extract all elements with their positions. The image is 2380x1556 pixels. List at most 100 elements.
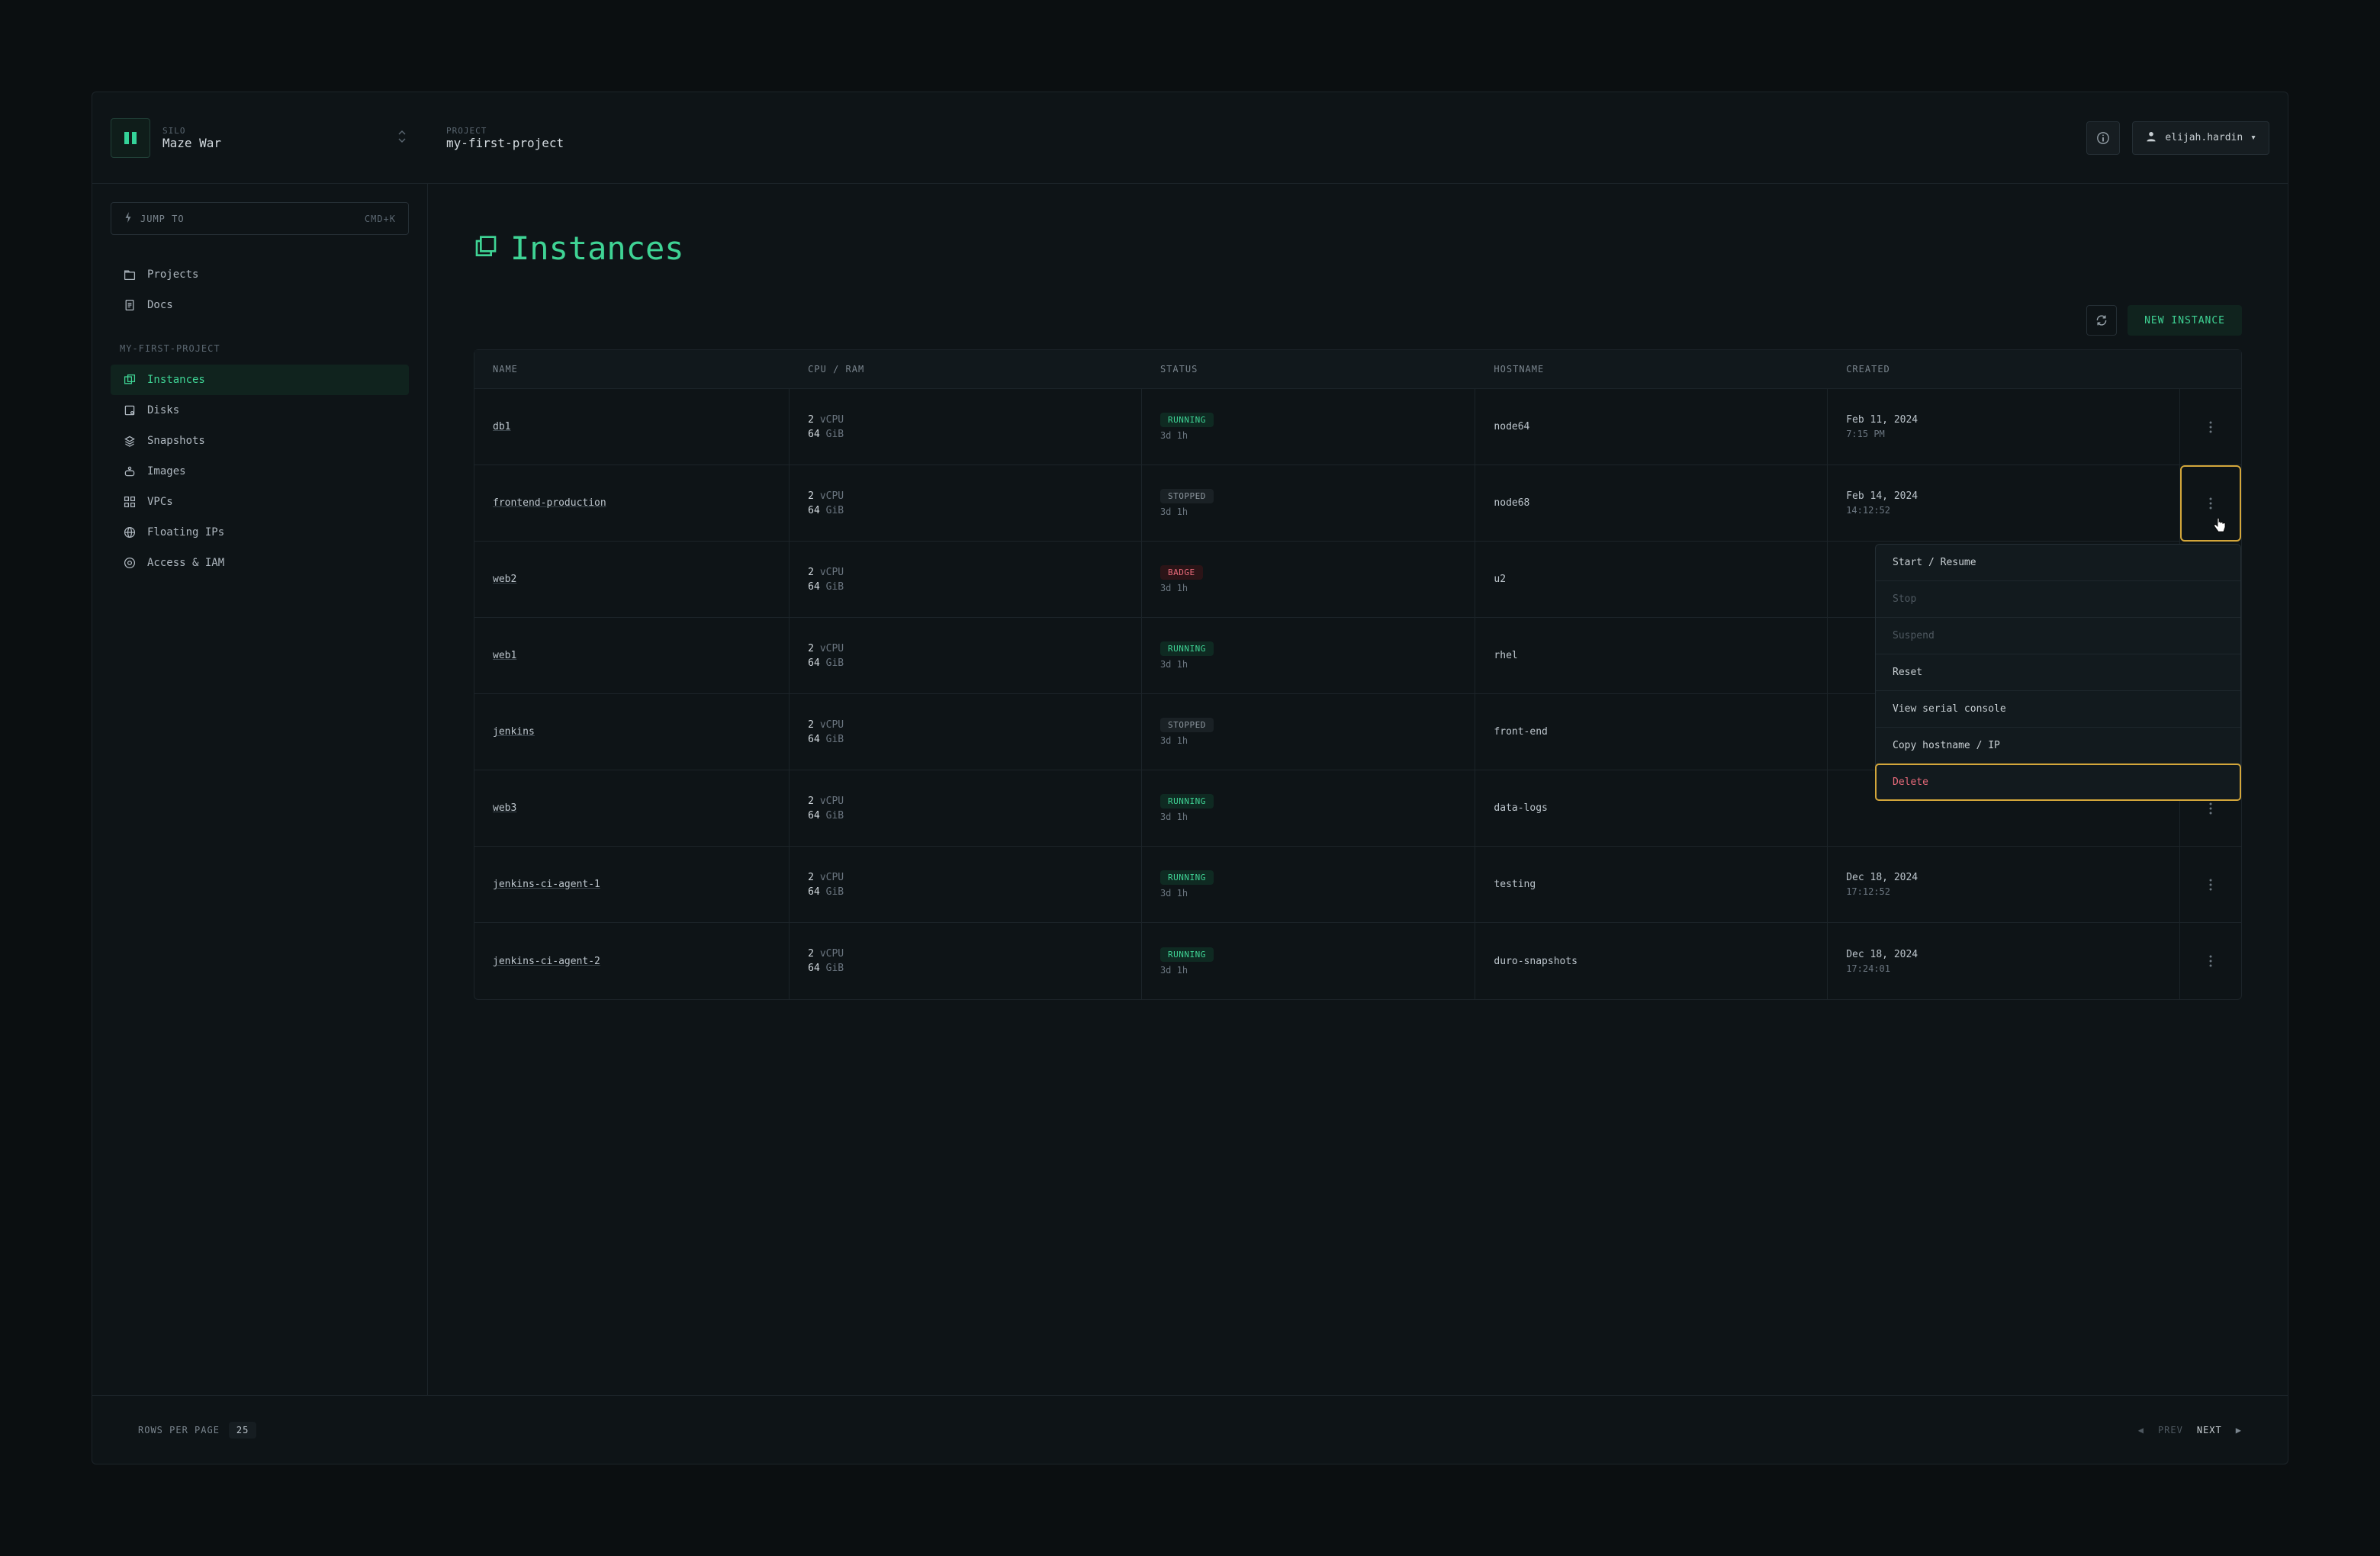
cell-status: RUNNING3d 1h	[1142, 770, 1475, 847]
cell-cpu: 2 vCPU64 GiB	[790, 847, 1142, 923]
cell-hostname: u2	[1475, 542, 1828, 618]
row-actions-button[interactable]	[2180, 923, 2241, 999]
doc-icon	[123, 299, 137, 311]
user-menu[interactable]: elijah.hardin ▾	[2132, 121, 2269, 155]
col-created: CREATED	[1828, 350, 2180, 389]
cell-name: web1	[474, 618, 790, 694]
info-button[interactable]	[2086, 121, 2120, 155]
instances-icon	[123, 374, 137, 386]
menu-reset[interactable]: Reset	[1876, 654, 2240, 691]
silo-name: Maze War	[162, 136, 382, 150]
cell-status: STOPPED3d 1h	[1142, 465, 1475, 542]
cell-status: STOPPED3d 1h	[1142, 694, 1475, 770]
cell-cpu: 2 vCPU64 GiB	[790, 770, 1142, 847]
refresh-button[interactable]	[2086, 305, 2117, 336]
instance-link[interactable]: web1	[493, 650, 770, 661]
nav-disks[interactable]: Disks	[111, 395, 409, 426]
col-name: NAME	[474, 350, 790, 389]
status-badge: RUNNING	[1160, 641, 1214, 656]
cell-hostname: testing	[1475, 847, 1828, 923]
nav-snapshots[interactable]: Snapshots	[111, 426, 409, 456]
nav-projects[interactable]: Projects	[111, 259, 409, 290]
rows-per-page[interactable]: ROWS PER PAGE 25	[138, 1422, 256, 1439]
cell-status: RUNNING3d 1h	[1142, 847, 1475, 923]
cell-name: web2	[474, 542, 790, 618]
instance-link[interactable]: web2	[493, 574, 770, 585]
jump-to-button[interactable]: JUMP TO CMD+K	[111, 202, 409, 235]
nav-instances[interactable]: Instances	[111, 365, 409, 395]
page-title: Instances	[474, 230, 2242, 267]
cell-name: db1	[474, 389, 790, 465]
silo-label: SILO	[162, 126, 382, 136]
bolt-icon	[124, 212, 133, 225]
vpc-icon	[123, 496, 137, 508]
instances-icon	[474, 230, 498, 267]
user-icon	[2145, 130, 2157, 146]
row-actions-button[interactable]: Start / ResumeStopSuspendResetView seria…	[2180, 465, 2241, 542]
project-label: PROJECT	[446, 126, 564, 136]
cell-cpu: 2 vCPU64 GiB	[790, 694, 1142, 770]
status-badge: RUNNING	[1160, 413, 1214, 427]
instance-link[interactable]: jenkins-ci-agent-2	[493, 956, 770, 967]
menu-start-resume[interactable]: Start / Resume	[1876, 545, 2240, 581]
status-badge: STOPPED	[1160, 718, 1214, 732]
cell-cpu: 2 vCPU64 GiB	[790, 618, 1142, 694]
col-cpu-ram: CPU / RAM	[790, 350, 1142, 389]
project-crumb[interactable]: PROJECT my-first-project	[428, 126, 582, 150]
cell-status: BADGE3d 1h	[1142, 542, 1475, 618]
cell-name: jenkins-ci-agent-1	[474, 847, 790, 923]
logo-icon	[111, 118, 150, 158]
row-actions-menu: Start / ResumeStopSuspendResetView seria…	[1875, 544, 2241, 801]
menu-view-serial-console[interactable]: View serial console	[1876, 691, 2240, 728]
pager-next[interactable]: NEXT	[2197, 1425, 2222, 1435]
row-actions-button[interactable]	[2180, 389, 2241, 465]
cell-created: Feb 14, 202414:12:52	[1828, 465, 2180, 542]
cell-status: RUNNING3d 1h	[1142, 618, 1475, 694]
instance-link[interactable]: frontend-production	[493, 497, 770, 509]
menu-stop: Stop	[1876, 581, 2240, 618]
status-badge: RUNNING	[1160, 870, 1214, 885]
sidebar: JUMP TO CMD+K ProjectsDocs MY-FIRST-PROJ…	[92, 184, 428, 1395]
updown-icon[interactable]	[394, 127, 410, 149]
cell-status: RUNNING3d 1h	[1142, 389, 1475, 465]
access-icon	[123, 557, 137, 569]
cell-hostname: node64	[1475, 389, 1828, 465]
cell-name: jenkins-ci-agent-2	[474, 923, 790, 999]
cell-name: frontend-production	[474, 465, 790, 542]
status-badge: BADGE	[1160, 565, 1203, 580]
nav-access-iam[interactable]: Access & IAM	[111, 548, 409, 578]
cell-cpu: 2 vCPU64 GiB	[790, 542, 1142, 618]
nav-docs[interactable]: Docs	[111, 290, 409, 320]
project-name: my-first-project	[446, 136, 564, 150]
rows-per-page-value: 25	[229, 1422, 256, 1439]
col-hostname: HOSTNAME	[1475, 350, 1828, 389]
pager-next-icon[interactable]: ▶	[2236, 1425, 2242, 1435]
row-actions-button[interactable]	[2180, 847, 2241, 923]
main: Instances NEW INSTANCE NAMECPU / RAMSTAT…	[428, 184, 2288, 1395]
cell-cpu: 2 vCPU64 GiB	[790, 465, 1142, 542]
nav-vpcs[interactable]: VPCs	[111, 487, 409, 517]
silo-switcher[interactable]: SILO Maze War	[92, 118, 428, 158]
menu-copy-hostname-ip[interactable]: Copy hostname / IP	[1876, 728, 2240, 764]
cell-status: RUNNING3d 1h	[1142, 923, 1475, 999]
status-badge: STOPPED	[1160, 489, 1214, 503]
new-instance-button[interactable]: NEW INSTANCE	[2128, 305, 2242, 336]
instance-link[interactable]: jenkins-ci-agent-1	[493, 879, 770, 890]
jump-to-kbd: CMD+K	[365, 214, 396, 224]
username: elijah.hardin	[2165, 132, 2243, 143]
folder-icon	[123, 268, 137, 281]
globe-icon	[123, 526, 137, 538]
cell-hostname: data-logs	[1475, 770, 1828, 847]
table-row: jenkins-ci-agent-22 vCPU64 GiBRUNNING3d …	[474, 923, 2241, 999]
cell-hostname: node68	[1475, 465, 1828, 542]
instance-link[interactable]: jenkins	[493, 726, 770, 738]
nav-floating-ips[interactable]: Floating IPs	[111, 517, 409, 548]
nav-images[interactable]: Images	[111, 456, 409, 487]
cursor-icon	[2211, 516, 2229, 535]
menu-suspend: Suspend	[1876, 618, 2240, 654]
col-status: STATUS	[1142, 350, 1475, 389]
image-icon	[123, 465, 137, 477]
menu-delete[interactable]: Delete	[1876, 764, 2240, 800]
instance-link[interactable]: db1	[493, 421, 770, 432]
instance-link[interactable]: web3	[493, 802, 770, 814]
